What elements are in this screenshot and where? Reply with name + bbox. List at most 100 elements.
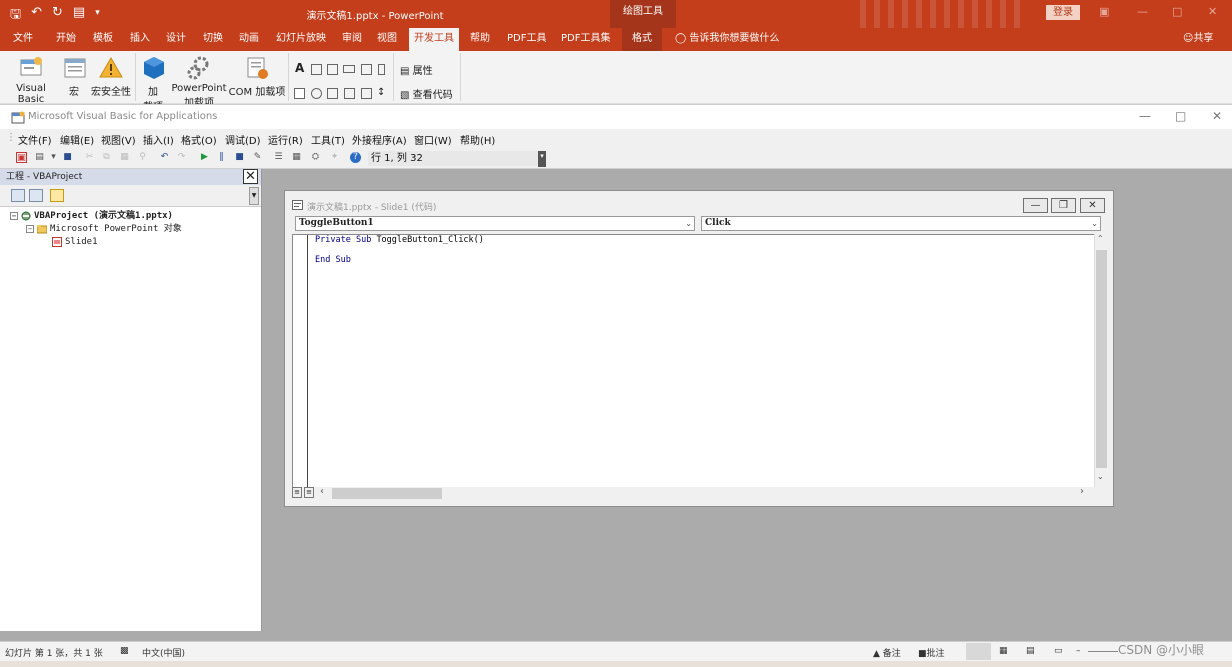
login-button[interactable]: 登录 (1046, 5, 1080, 20)
powerpoint-addins-button[interactable]: PowerPoint 加载项 (170, 51, 228, 109)
redo-icon[interactable]: ↷ (176, 152, 187, 163)
tab-format[interactable]: 格式 (622, 28, 662, 51)
tab-developer[interactable]: 开发工具 (409, 28, 459, 51)
full-module-view-icon[interactable]: ≡ (304, 487, 314, 498)
tab-transitions[interactable]: 切换 (203, 28, 223, 51)
minimize-icon[interactable]: — (1137, 5, 1148, 18)
object-browser-icon[interactable]: ⛭ (310, 152, 321, 163)
scroll-down-icon[interactable]: ⌄ (1097, 472, 1104, 481)
find-icon[interactable]: ⚲ (137, 152, 148, 163)
code-editor[interactable]: Private Sub ToggleButton1_Click() End Su… (292, 234, 1096, 488)
menu-edit[interactable]: 编辑(E) (60, 132, 94, 147)
copy-icon[interactable]: ⧉ (101, 152, 112, 163)
scrollbar-control-icon[interactable] (378, 64, 385, 75)
menu-addins[interactable]: 外接程序(A) (352, 132, 407, 147)
slideshow-icon[interactable]: ▭ (1054, 646, 1063, 656)
project-explorer-close-icon[interactable]: ✕ (243, 169, 258, 184)
horizontal-scroll-thumb[interactable] (332, 488, 442, 499)
label-control-icon[interactable]: A (295, 61, 304, 75)
scroll-up-icon[interactable]: ⌃ (1097, 234, 1104, 243)
menu-tools[interactable]: 工具(T) (311, 132, 345, 147)
toolbox-icon[interactable]: ✦ (329, 152, 340, 163)
tab-pdf-tools[interactable]: PDF工具 (507, 28, 546, 51)
tab-file[interactable]: 文件 (13, 28, 33, 51)
design-mode-icon[interactable]: ✎ (252, 152, 263, 163)
code-window-restore-icon[interactable]: ❐ (1051, 198, 1076, 213)
menu-view[interactable]: 视图(V) (101, 132, 136, 147)
combobox-control-icon[interactable] (344, 88, 355, 99)
tab-design[interactable]: 设计 (166, 28, 186, 51)
toggle-folders-icon[interactable] (50, 189, 64, 202)
notes-button[interactable]: ▲ 备注 (873, 646, 901, 659)
procedure-combo[interactable]: Click ⌄ (701, 216, 1101, 231)
zoom-out-button[interactable]: – (1076, 646, 1081, 656)
cut-icon[interactable]: ✂ (84, 152, 95, 163)
tab-view[interactable]: 视图 (377, 28, 397, 51)
tab-home[interactable]: 开始 (56, 28, 76, 51)
view-code-icon[interactable] (11, 189, 25, 202)
textbox-control-icon[interactable] (311, 64, 322, 75)
paste-icon[interactable]: ▦ (119, 152, 130, 163)
menu-file[interactable]: 文件(F) (18, 132, 52, 147)
comments-button[interactable]: ■批注 (918, 646, 945, 659)
share-button[interactable]: ☺共享 (1183, 28, 1213, 51)
com-addins-button[interactable]: COM 加载项 (228, 51, 286, 98)
more-controls-icon[interactable]: ↕ (377, 88, 388, 99)
reset-icon[interactable]: ■ (234, 152, 245, 163)
collapse-icon[interactable]: − (26, 224, 34, 233)
run-icon[interactable]: ▶ (199, 152, 210, 163)
view-code-button[interactable]: ▧ 查看代码 (400, 86, 453, 101)
procedure-view-icon[interactable]: ≡ (292, 487, 302, 498)
tab-animations[interactable]: 动画 (239, 28, 259, 51)
commandbutton-control-icon[interactable] (343, 65, 355, 73)
menu-window[interactable]: 窗口(W) (414, 132, 452, 147)
zoom-slider[interactable] (1088, 651, 1118, 652)
normal-view-icon[interactable] (966, 643, 991, 660)
menu-help[interactable]: 帮助(H) (460, 132, 495, 147)
code-window-minimize-icon[interactable]: — (1023, 198, 1048, 213)
scroll-left-icon[interactable]: ‹ (320, 486, 324, 497)
vertical-scrollbar[interactable]: ⌃ ⌄ (1094, 234, 1107, 488)
tree-node-project[interactable]: − VBAProject (演示文稿1.pptx) (10, 210, 173, 223)
properties-button[interactable]: ▤ 属性 (400, 62, 433, 77)
scroll-right-icon[interactable]: › (1080, 486, 1084, 497)
visual-basic-button[interactable]: Visual Basic (3, 51, 59, 105)
view-powerpoint-icon[interactable]: ▣ (16, 152, 27, 163)
spinbutton-control-icon[interactable] (327, 64, 338, 75)
maximize-icon[interactable]: □ (1172, 5, 1182, 18)
vba-maximize-icon[interactable]: □ (1175, 109, 1186, 123)
chevron-down-icon[interactable]: ⌄ (685, 217, 692, 230)
ribbon-display-options-icon[interactable]: ▣ (1099, 5, 1109, 18)
toolbar-overflow-icon[interactable]: ▾ (538, 151, 546, 167)
close-icon[interactable]: ✕ (1208, 5, 1217, 18)
vertical-scroll-thumb[interactable] (1096, 250, 1107, 468)
tab-review[interactable]: 审阅 (342, 28, 362, 51)
properties-window-icon[interactable]: ▦ (291, 152, 302, 163)
view-object-icon[interactable] (29, 189, 43, 202)
project-explorer-icon[interactable]: ☰ (273, 152, 284, 163)
help-icon[interactable]: ? (350, 152, 361, 163)
undo-icon[interactable]: ↶ (159, 152, 170, 163)
image-control-icon[interactable] (361, 64, 372, 75)
togglebutton-control-icon[interactable] (361, 88, 372, 99)
break-icon[interactable]: ‖ (216, 152, 227, 163)
menu-format[interactable]: 格式(O) (181, 132, 217, 147)
tree-node-folder[interactable]: − Microsoft PowerPoint 对象 (26, 223, 182, 236)
slide-sorter-icon[interactable]: ▦ (999, 646, 1008, 656)
collapse-icon[interactable]: − (10, 211, 18, 220)
tree-node-slide[interactable]: Slide1 (52, 236, 98, 249)
tab-insert[interactable]: 插入 (130, 28, 150, 51)
menu-insert[interactable]: 插入(I) (143, 132, 174, 147)
tab-slideshow[interactable]: 幻灯片放映 (276, 28, 326, 51)
reading-view-icon[interactable]: ▤ (1026, 646, 1035, 656)
insert-userform-icon[interactable]: ▤ (34, 152, 45, 163)
menu-debug[interactable]: 调试(D) (225, 132, 261, 147)
macro-security-button[interactable]: 宏安全性 (90, 51, 132, 98)
vba-close-icon[interactable]: ✕ (1212, 109, 1222, 123)
tab-templates[interactable]: 模板 (93, 28, 113, 51)
code-line-1[interactable]: Private Sub ToggleButton1_Click() (315, 235, 484, 245)
tell-me-box[interactable]: ◯ 告诉我你想要做什么 (675, 28, 779, 51)
save-icon[interactable]: ■ (62, 152, 73, 163)
language-indicator[interactable]: 中文(中国) (142, 646, 185, 659)
tab-pdf-toolset[interactable]: PDF工具集 (561, 28, 610, 51)
